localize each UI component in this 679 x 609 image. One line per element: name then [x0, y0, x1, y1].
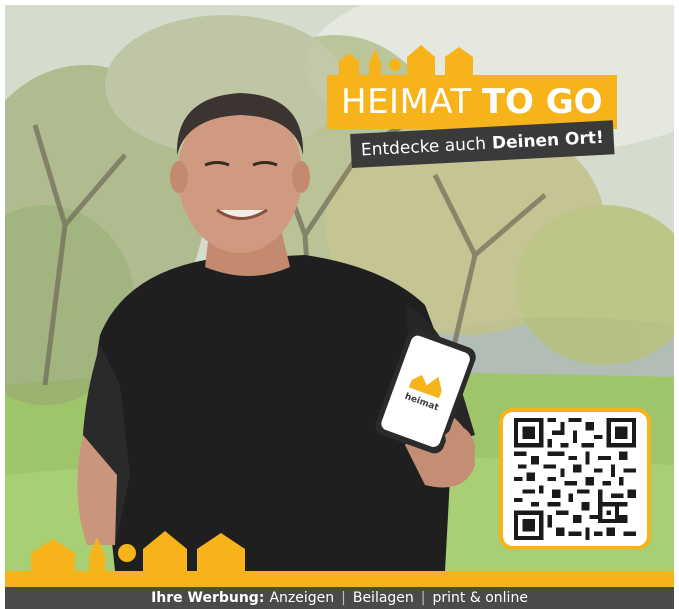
title-banner: HEIMAT TO GO	[327, 75, 617, 129]
footer-label: Ihre Werbung:	[151, 590, 265, 606]
footer-separator: |	[420, 590, 426, 606]
title-bold: TO GO	[481, 82, 603, 122]
footer-item-print-online: print & online	[432, 590, 528, 606]
ad-visual: heimat HEIMAT TO GO Entdecke auch Deinen…	[5, 5, 674, 571]
footer-item-anzeigen: Anzeigen	[269, 590, 335, 606]
footer-bar: Ihre Werbung: Anzeigen | Beilagen | prin…	[5, 587, 674, 609]
footer-accent-bar	[5, 571, 674, 587]
footer-separator: |	[341, 590, 346, 606]
title-light: HEIMAT	[341, 82, 472, 122]
footer-item-beilagen: Beilagen	[352, 590, 414, 606]
qr-code-icon[interactable]	[514, 418, 636, 540]
qr-code-card[interactable]	[499, 408, 651, 550]
town-skyline-icon	[31, 531, 245, 571]
